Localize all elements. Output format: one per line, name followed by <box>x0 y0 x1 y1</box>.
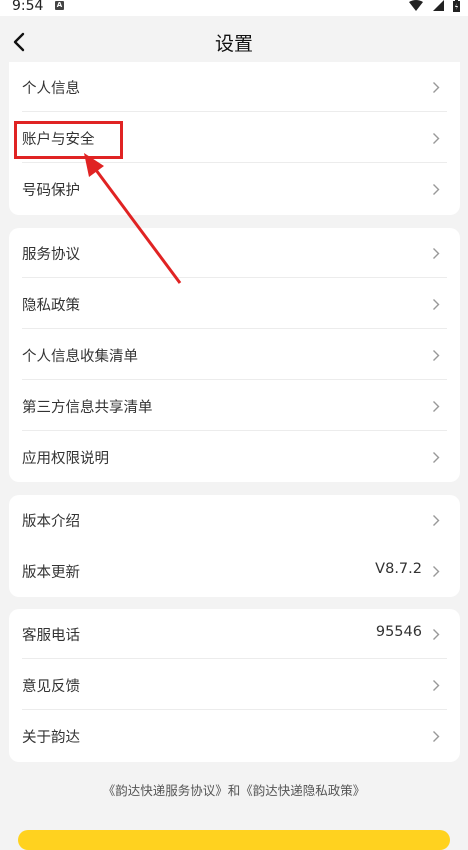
row-third-party-sharing-list[interactable]: 第三方信息共享清单 <box>9 381 460 431</box>
divider <box>22 379 447 380</box>
row-label: 号码保护 <box>22 183 80 199</box>
chevron-right-icon <box>433 566 440 577</box>
divider <box>22 111 447 112</box>
chevron-right-icon <box>433 515 440 526</box>
status-time: 9:54 <box>12 0 44 14</box>
row-customer-service-phone[interactable]: 客服电话 95546 <box>9 609 460 659</box>
settings-group-version: 版本介绍 版本更新 V8.7.2 <box>9 495 460 597</box>
divider <box>22 430 447 431</box>
chevron-right-icon <box>433 452 440 463</box>
settings-group-agreements: 服务协议 隐私政策 个人信息收集清单 第三方信息共享清单 应用权限说明 <box>9 228 460 482</box>
row-label: 第三方信息共享清单 <box>22 400 153 416</box>
top-nav-bar: 设置 <box>0 16 468 68</box>
row-label: 隐私政策 <box>22 298 80 314</box>
chevron-right-icon <box>433 731 440 742</box>
page-title: 设置 <box>214 33 253 55</box>
divider <box>22 658 447 659</box>
service-agreement-link[interactable]: 《韵达快递服务协议》 <box>103 783 228 798</box>
row-personal-info-collection-list[interactable]: 个人信息收集清单 <box>9 330 460 380</box>
row-label: 版本介绍 <box>22 514 80 530</box>
chevron-right-icon <box>433 629 440 640</box>
wifi-icon <box>409 0 424 11</box>
row-feedback[interactable]: 意见反馈 <box>9 660 460 710</box>
row-personal-info[interactable]: 个人信息 <box>9 62 460 112</box>
chevron-right-icon <box>433 82 440 93</box>
row-version-intro[interactable]: 版本介绍 <box>9 495 460 545</box>
divider <box>22 162 447 163</box>
phone-number: 95546 <box>375 624 422 640</box>
row-privacy-policy[interactable]: 隐私政策 <box>9 279 460 329</box>
battery-icon <box>453 0 460 12</box>
chevron-right-icon <box>433 299 440 310</box>
chevron-right-icon <box>433 401 440 412</box>
row-label: 应用权限说明 <box>22 451 109 467</box>
row-label: 个人信息收集清单 <box>22 349 138 365</box>
chevron-right-icon <box>433 248 440 259</box>
row-label: 服务协议 <box>22 247 80 263</box>
row-about-yunda[interactable]: 关于韵达 <box>9 711 460 761</box>
chevron-right-icon <box>433 184 440 195</box>
chevron-right-icon <box>433 133 440 144</box>
divider <box>22 328 447 329</box>
status-bar: 9:54 A <box>0 0 468 16</box>
row-label: 客服电话 <box>22 628 80 644</box>
row-app-permissions[interactable]: 应用权限说明 <box>9 432 460 482</box>
row-label: 意见反馈 <box>22 679 80 695</box>
chevron-right-icon <box>433 350 440 361</box>
row-label: 版本更新 <box>22 565 80 581</box>
footer-agreement-links: 《韵达快递服务协议》和《韵达快递隐私政策》 <box>0 780 468 799</box>
row-label: 关于韵达 <box>22 730 80 746</box>
footer-conjunction: 和 <box>227 783 241 798</box>
notification-a-icon: A <box>55 1 64 10</box>
row-service-agreement[interactable]: 服务协议 <box>9 228 460 278</box>
settings-group-support: 客服电话 95546 意见反馈 关于韵达 <box>9 609 460 762</box>
logout-button[interactable] <box>18 830 450 850</box>
annotation-highlight-box <box>14 121 123 159</box>
privacy-policy-link[interactable]: 《韵达快递隐私政策》 <box>240 783 365 798</box>
chevron-right-icon <box>433 680 440 691</box>
divider <box>22 709 447 710</box>
version-number: V8.7.2 <box>375 561 422 577</box>
divider <box>22 277 447 278</box>
status-icons <box>404 0 460 12</box>
row-version-update[interactable]: 版本更新 V8.7.2 <box>9 546 460 596</box>
signal-icon <box>432 0 444 11</box>
row-label: 个人信息 <box>22 81 80 97</box>
row-number-protection[interactable]: 号码保护 <box>9 164 460 214</box>
